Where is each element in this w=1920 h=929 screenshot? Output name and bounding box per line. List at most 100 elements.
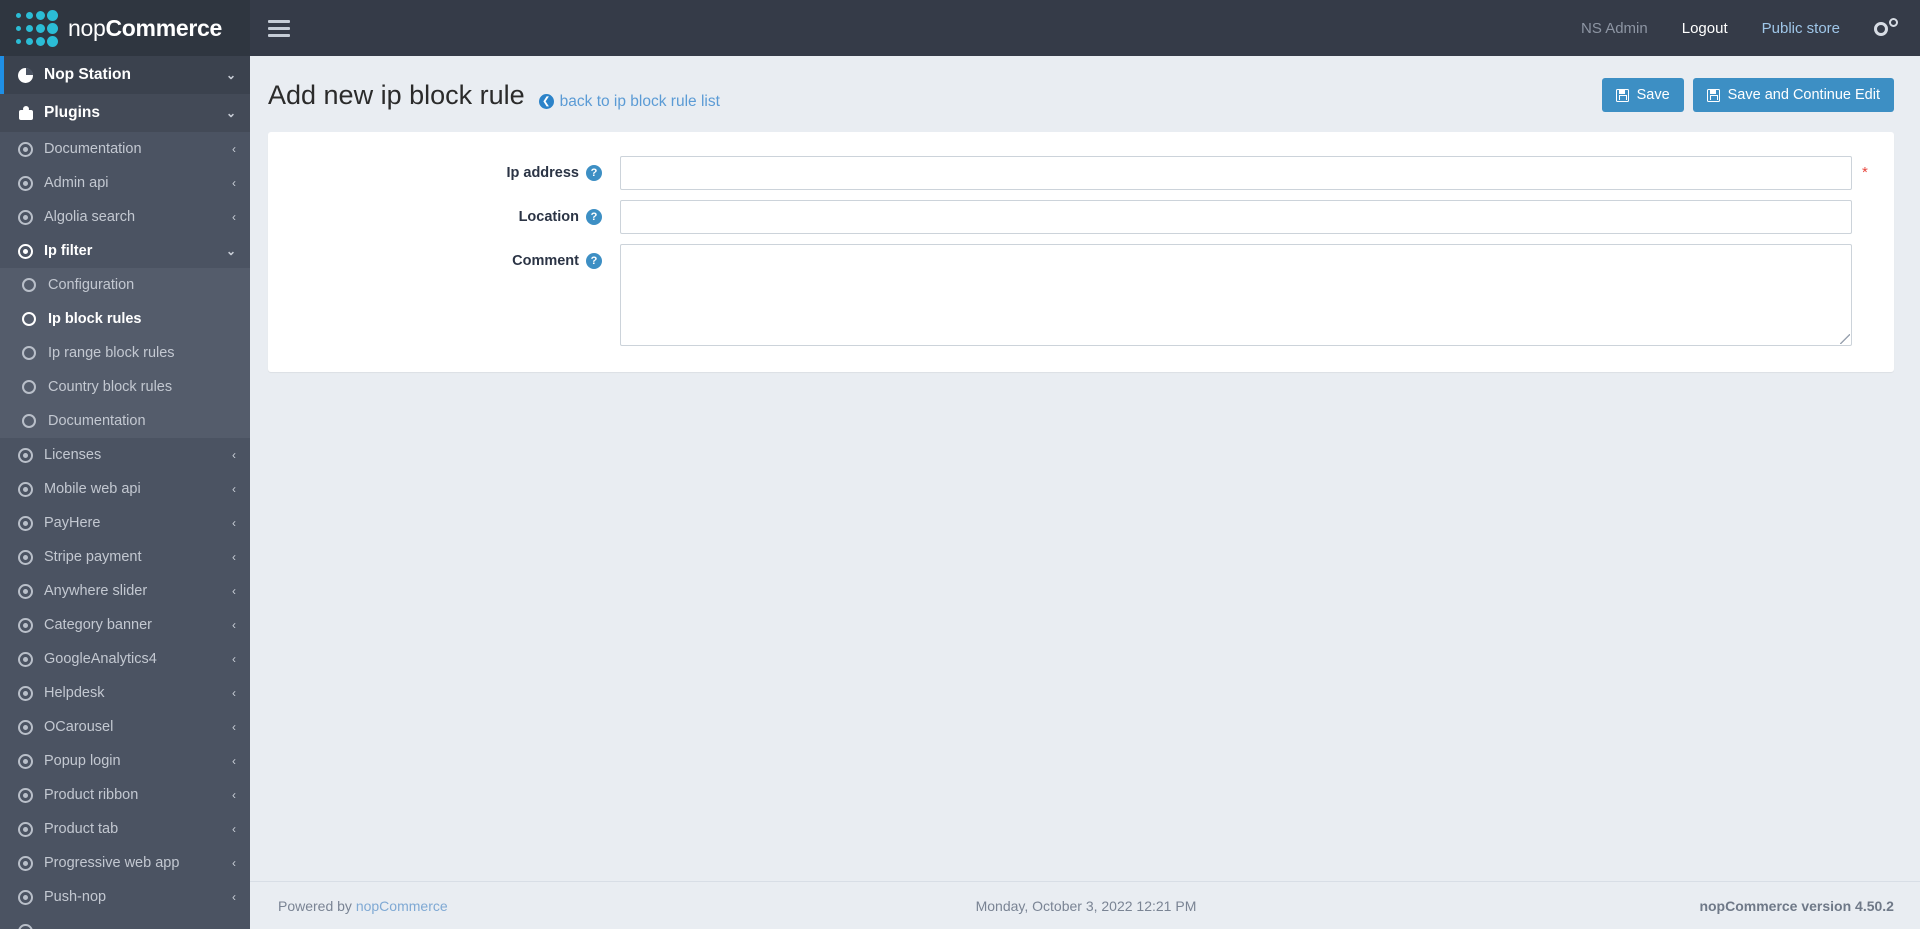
sidebar-item-label: Helpdesk (44, 685, 105, 701)
save-button[interactable]: Save (1601, 78, 1684, 112)
dot-circle-icon (18, 515, 44, 531)
chevron-left-icon: ‹ (232, 482, 236, 496)
sidebar-item-label: Product tab (44, 821, 119, 837)
ip-address-input[interactable] (620, 156, 1852, 190)
sidebar-item-ip-range-block-rules[interactable]: Ip range block rules (0, 336, 250, 370)
back-link-label: back to ip block rule list (559, 92, 720, 110)
sidebar-item-label: Documentation (48, 413, 146, 429)
chevron-left-icon: ‹ (232, 652, 236, 666)
form-row-ip-address: Ip address ? * (290, 156, 1872, 190)
form-row-comment: Comment ? (290, 244, 1872, 346)
ring-icon (22, 346, 48, 360)
sidebar-item-popup-login[interactable]: Popup login ‹ (0, 744, 250, 778)
ip-block-rule-form-card: Ip address ? * Location ? Comment ? (268, 132, 1894, 372)
nopcommerce-link[interactable]: nopCommerce (356, 898, 448, 914)
ring-icon (22, 380, 48, 394)
sidebar-item-category-banner[interactable]: Category banner ‹ (0, 608, 250, 642)
sidebar-item-admin-api[interactable]: Admin api ‹ (0, 166, 250, 200)
gears-icon[interactable] (1874, 18, 1898, 38)
dot-circle-icon (18, 685, 44, 701)
sidebar-item-ip-filter[interactable]: Ip filter ⌄ (0, 234, 250, 268)
chevron-left-icon: ‹ (232, 856, 236, 870)
sidebar-item-payhere[interactable]: PayHere ‹ (0, 506, 250, 540)
brand-name-bold: Commerce (105, 14, 222, 41)
footer-version: nopCommerce version 4.50.2 (1699, 897, 1894, 914)
sidebar-item-progressive-web-app[interactable]: Progressive web app ‹ (0, 846, 250, 880)
chevron-left-icon: ‹ (232, 142, 236, 156)
required-marker: * (1862, 164, 1868, 181)
comment-textarea[interactable] (620, 244, 1852, 346)
chevron-left-icon: ‹ (232, 822, 236, 836)
dot-circle-icon (18, 481, 44, 497)
floppy-disk-icon (1706, 88, 1720, 102)
page-actions: Save Save and Continue Edit (1601, 78, 1894, 112)
sidebar-item-ip-block-rules[interactable]: Ip block rules (0, 302, 250, 336)
dot-circle-icon (18, 243, 44, 259)
ring-icon (22, 278, 48, 292)
chevron-left-icon: ‹ (232, 448, 236, 462)
sidebar-item-label: Product ribbon (44, 787, 139, 803)
sidebar-item-product-ribbon[interactable]: Product ribbon ‹ (0, 778, 250, 812)
dot-circle-icon (18, 855, 44, 871)
sidebar-item-label: Mobile web api (44, 481, 141, 497)
sidebar-item-nop-station[interactable]: Nop Station ⌄ (0, 56, 250, 94)
save-button-label: Save (1636, 87, 1670, 103)
sidebar-item-label: PayHere (44, 515, 101, 531)
ip-address-label: Ip address (506, 165, 579, 181)
sidebar-item-label: Ip block rules (48, 311, 142, 327)
nopcommerce-logo-icon (14, 9, 58, 47)
dot-circle-icon (18, 787, 44, 803)
sidebar-item-more[interactable] (0, 914, 250, 929)
arrow-left-circle-icon: ❮ (538, 94, 554, 109)
sidebar-item-ocarousel[interactable]: OCarousel ‹ (0, 710, 250, 744)
sidebar-item-label: Plugins (44, 104, 100, 121)
top-navbar: nopCommerce NS Admin Logout Public store (0, 0, 1920, 56)
sidebar-item-stripe-payment[interactable]: Stripe payment ‹ (0, 540, 250, 574)
sidebar-item-country-block-rules[interactable]: Country block rules (0, 370, 250, 404)
sidebar-item-helpdesk[interactable]: Helpdesk ‹ (0, 676, 250, 710)
sidebar-item-licenses[interactable]: Licenses ‹ (0, 438, 250, 472)
sidebar-item-documentation[interactable]: Documentation ‹ (0, 132, 250, 166)
help-icon[interactable]: ? (586, 253, 602, 269)
chevron-left-icon: ‹ (232, 176, 236, 190)
sidebar-item-label: Nop Station (44, 66, 131, 83)
dot-circle-icon (18, 583, 44, 599)
chevron-left-icon: ‹ (232, 890, 236, 904)
help-icon[interactable]: ? (586, 165, 602, 181)
page-footer: Powered by nopCommerce Monday, October 3… (250, 881, 1920, 929)
help-icon[interactable]: ? (586, 209, 602, 225)
dot-circle-icon (18, 753, 44, 769)
save-and-continue-edit-button[interactable]: Save and Continue Edit (1692, 78, 1894, 112)
sidebar-item-label: Licenses (44, 447, 102, 463)
sidebar-item-configuration[interactable]: Configuration (0, 268, 250, 302)
page-title: Add new ip block rule (268, 79, 525, 110)
sidebar-item-push-nop[interactable]: Push-nop ‹ (0, 880, 250, 914)
textarea-resize-handle[interactable] (1840, 334, 1850, 344)
top-nav-links: NS Admin Logout Public store (1581, 18, 1898, 38)
dot-circle-icon (18, 447, 44, 463)
pie-chart-icon (18, 67, 44, 83)
sidebar-item-mobile-web-api[interactable]: Mobile web api ‹ (0, 472, 250, 506)
save-and-continue-label: Save and Continue Edit (1727, 87, 1880, 103)
sidebar-item-product-tab[interactable]: Product tab ‹ (0, 812, 250, 846)
public-store-link[interactable]: Public store (1762, 20, 1840, 37)
sidebar-item-plugins[interactable]: Plugins ⌄ (0, 94, 250, 132)
sidebar-nav[interactable]: Nop Station ⌄ Plugins ⌄ Documentation ‹ Admin … (0, 56, 250, 929)
dot-circle-icon (18, 923, 44, 929)
floppy-disk-icon (1615, 88, 1629, 102)
comment-label: Comment (512, 253, 579, 269)
dot-circle-icon (18, 889, 44, 905)
sidebar-item-algolia-search[interactable]: Algolia search ‹ (0, 200, 250, 234)
location-input[interactable] (620, 200, 1852, 234)
sidebar-item-label: Stripe payment (44, 549, 142, 565)
hamburger-icon[interactable] (268, 16, 290, 41)
sidebar-item-googleanalytics4[interactable]: GoogleAnalytics4 ‹ (0, 642, 250, 676)
sidebar-item-label: Push-nop (44, 889, 107, 905)
brand-logo[interactable]: nopCommerce (0, 0, 250, 56)
sidebar-item-documentation[interactable]: Documentation (0, 404, 250, 438)
brand-name: nopCommerce (68, 15, 222, 42)
chevron-left-icon: ‹ (232, 550, 236, 564)
sidebar-item-anywhere-slider[interactable]: Anywhere slider ‹ (0, 574, 250, 608)
logout-link[interactable]: Logout (1682, 20, 1728, 37)
back-to-list-link[interactable]: ❮ back to ip block rule list (538, 92, 720, 111)
